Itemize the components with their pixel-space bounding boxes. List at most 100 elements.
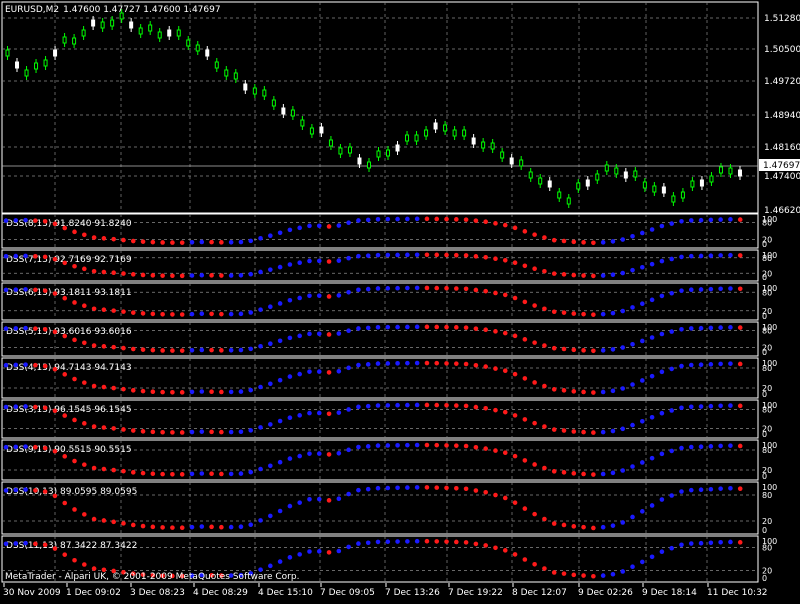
dss-dot	[473, 287, 479, 293]
dss-dot	[307, 223, 312, 229]
dss-dot	[326, 294, 332, 299]
candle-body	[395, 144, 400, 152]
dss-dot	[336, 331, 342, 336]
time-tick-label: 8 Dec 12:07	[512, 588, 567, 598]
dss-dot	[698, 404, 704, 409]
dss-dot	[522, 417, 528, 422]
dss-dot	[228, 389, 234, 395]
dss-dot	[630, 564, 635, 570]
dss-dot	[688, 218, 694, 223]
time-tick-label: 9 Dec 18:14	[642, 588, 697, 598]
candle-body	[34, 62, 39, 70]
dss-dot	[23, 362, 28, 367]
dss-dot	[522, 557, 528, 562]
dss-dot	[150, 239, 156, 245]
dss-dot	[708, 362, 714, 367]
dss-dot	[179, 525, 185, 531]
dss-dot	[297, 225, 302, 231]
candle-body	[652, 185, 657, 193]
dss-dot	[62, 552, 68, 557]
dss-dot	[561, 522, 567, 528]
dss-dot	[620, 426, 626, 432]
dss-dot	[502, 548, 508, 553]
dss-dot	[23, 444, 28, 449]
dss-dot	[444, 252, 449, 258]
indicator-axis-tick: 0	[762, 240, 767, 249]
dss-dot	[434, 216, 440, 222]
dss-dot	[728, 403, 733, 408]
dss-dot	[238, 311, 244, 317]
dss-dot	[463, 217, 469, 222]
time-tick-label: 1 Dec 09:02	[66, 588, 121, 598]
dss-dot	[502, 409, 508, 415]
dss-dot	[3, 218, 9, 223]
dss-dot	[3, 444, 9, 450]
dss-dot	[620, 237, 626, 242]
chart-canvas[interactable]: EURUSD,M2 1.47600 1.47727 1.47600 1.47697…	[0, 0, 800, 600]
dss-dot	[698, 362, 704, 368]
dss-dot	[698, 444, 704, 450]
dss-dot	[91, 268, 97, 274]
dss-dot	[659, 451, 665, 457]
dss-dot	[199, 239, 205, 245]
dss-dot	[640, 264, 645, 270]
dss-dot	[307, 451, 312, 456]
dss-dot	[33, 254, 38, 259]
dss-dot	[82, 340, 87, 346]
time-tick-label: 7 Dec 19:22	[448, 588, 503, 598]
dss-dot	[258, 466, 263, 472]
dss-dot	[444, 485, 449, 491]
dss-dot	[561, 428, 567, 433]
dss-dot	[473, 362, 479, 368]
dss-dot	[326, 332, 332, 337]
dss-dot	[737, 443, 743, 449]
dss-dot	[591, 390, 596, 395]
trading-terminal-chart[interactable]: EURUSD,M2 1.47600 1.47727 1.47600 1.47697…	[0, 0, 800, 600]
dss-dot	[121, 271, 126, 276]
dss-dot	[160, 312, 165, 317]
dss-dot	[542, 268, 547, 274]
dss-dot	[728, 485, 733, 491]
dss-dot	[679, 405, 684, 411]
dss-dot	[542, 424, 547, 429]
dss-dot	[375, 361, 381, 366]
dss-dot	[101, 518, 107, 523]
dss-dot	[483, 446, 488, 451]
dss-dot	[42, 288, 48, 293]
candle-body	[481, 141, 486, 149]
dss-dot	[150, 429, 156, 435]
dss-dot	[551, 427, 557, 432]
dss-dot	[248, 346, 254, 352]
dss-dot	[444, 324, 449, 330]
price-tick: 1.50500	[764, 45, 800, 55]
dss-dot	[640, 338, 645, 344]
dss-dot	[395, 402, 400, 408]
dss-dot	[199, 471, 205, 476]
candle-body	[728, 167, 733, 175]
dss-dot	[600, 240, 606, 245]
dss-dot	[620, 569, 626, 574]
dss-dot	[316, 451, 322, 456]
dss-dot	[434, 285, 440, 291]
dss-dot	[297, 552, 302, 557]
dss-dot	[228, 239, 234, 245]
dss-dot	[238, 389, 244, 394]
dss-dot	[356, 487, 361, 493]
dss-dot	[3, 541, 9, 547]
dss-dot	[698, 325, 704, 331]
dss-dot	[130, 310, 136, 315]
dss-dot	[268, 463, 273, 469]
dss-dot	[669, 366, 674, 372]
dss-dot	[101, 236, 107, 241]
dss-dot	[659, 497, 665, 502]
dss-dot	[42, 327, 48, 332]
candle-body	[690, 180, 695, 188]
dss-dot	[649, 503, 655, 508]
dss-dot	[130, 522, 136, 528]
indicator-axis-tick: 80	[762, 288, 772, 297]
dss-dot	[444, 539, 449, 544]
dss-dot	[551, 237, 557, 243]
dss-dot	[189, 389, 195, 395]
dss-dot	[199, 347, 205, 353]
dss-dot	[659, 369, 665, 375]
